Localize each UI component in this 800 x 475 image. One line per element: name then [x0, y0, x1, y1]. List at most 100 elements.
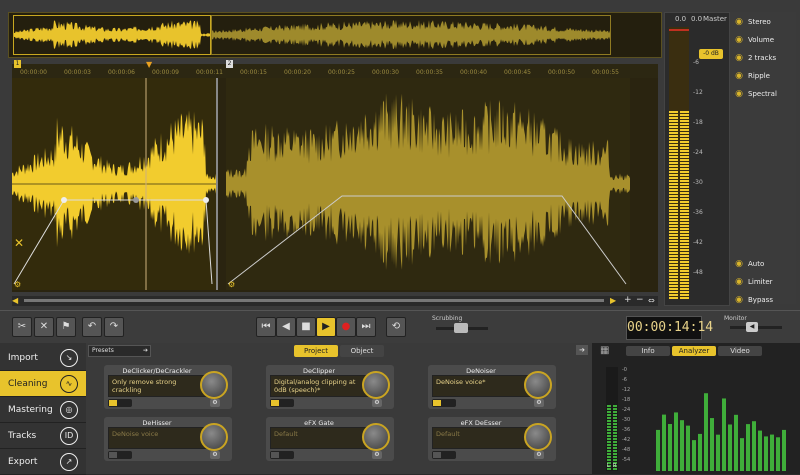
module-toggle[interactable]	[108, 451, 132, 459]
tab-analyzer[interactable]: Analyzer	[672, 346, 716, 356]
redo-button[interactable]: ↷	[104, 317, 124, 337]
expand-arrow-icon[interactable]: ➔	[576, 345, 588, 355]
cut-button[interactable]: ✂	[12, 317, 32, 337]
module-toggle[interactable]	[270, 399, 294, 407]
view-option-label: Stereo	[748, 18, 771, 26]
view-option-spectral[interactable]: ◉ Spectral	[734, 86, 777, 102]
meter-scale-label: -48	[693, 269, 703, 276]
gear-icon[interactable]: ⚙	[210, 451, 220, 459]
scrubbing-thumb[interactable]	[454, 323, 468, 333]
overview-waveform[interactable]	[8, 12, 662, 58]
spectrum-bar	[686, 425, 690, 471]
zoom-out-icon[interactable]: −	[636, 295, 644, 305]
module-efx-gate[interactable]: eFX Gate Default ⚙	[266, 417, 394, 461]
module-declipper[interactable]: DeClipper Digital/analog clipping at 0dB …	[266, 365, 394, 409]
loop-button[interactable]: ⟲	[386, 317, 406, 337]
gear-icon[interactable]: ⚙	[534, 451, 544, 459]
record-button[interactable]: ●	[336, 317, 356, 337]
module-toggle[interactable]	[270, 451, 294, 459]
view-option-auto[interactable]: ◉ Auto	[734, 256, 764, 272]
module-knob[interactable]	[362, 371, 390, 399]
module-declicker-decrackler[interactable]: DeClicker/DeCrackler Only remove strong c…	[104, 365, 232, 409]
nav-item-cleaning[interactable]: Cleaning ∿	[0, 371, 86, 397]
tab-object[interactable]: Object	[340, 345, 384, 357]
nav-item-label: Cleaning	[8, 378, 48, 389]
module-preset-field[interactable]: DeNoise voice*	[432, 375, 532, 397]
module-toggle[interactable]	[432, 451, 456, 459]
module-knob[interactable]	[362, 423, 390, 451]
presets-dropdown[interactable]: Presets ➔	[88, 345, 151, 357]
meter-scale-label: -36	[693, 209, 703, 216]
crossfade-icon[interactable]: ✕	[14, 236, 24, 250]
skip-start-button[interactable]: ⏮	[256, 317, 276, 337]
view-option-limiter[interactable]: ◉ Limiter	[734, 274, 772, 290]
module-knob[interactable]	[524, 371, 552, 399]
zoom-fit-icon[interactable]: ⇔	[648, 296, 655, 305]
clip-gear-icon[interactable]: ⚙	[14, 280, 21, 289]
view-option-stereo[interactable]: ◉ Stereo	[734, 14, 771, 30]
master-db-handle[interactable]: -0 dB	[699, 49, 723, 59]
view-option-2-tracks[interactable]: ◉ 2 tracks	[734, 50, 776, 66]
monitor-slider[interactable]: ◀	[730, 322, 782, 332]
speaker-icon[interactable]: ◀	[746, 322, 758, 332]
nav-item-export[interactable]: Export ↗	[0, 449, 86, 475]
module-efx-deesser[interactable]: eFX DeEsser Default ⚙	[428, 417, 556, 461]
gear-icon[interactable]: ⚙	[534, 399, 544, 407]
prev-button[interactable]: ◀	[276, 317, 296, 337]
bypass-icon: ◉	[735, 295, 743, 305]
module-preset-field[interactable]: Digital/analog clipping at 0dB (speech)*	[270, 375, 370, 397]
nav-item-tracks[interactable]: Tracks ID	[0, 423, 86, 449]
tab-video[interactable]: Video	[718, 346, 762, 356]
nav-item-mastering[interactable]: Mastering ◎	[0, 397, 86, 423]
module-knob[interactable]	[200, 423, 228, 451]
skip-end-button[interactable]: ⏭	[356, 317, 376, 337]
module-title: DeHisser	[142, 419, 172, 427]
playhead-handle-icon[interactable]: ▼	[146, 60, 152, 69]
horizontal-scrollbar[interactable]: ◀ ▶ + − ⇔	[12, 295, 658, 306]
module-dehisser[interactable]: DeHisser DeNoise voice ⚙	[104, 417, 232, 461]
marker-2[interactable]: 2	[226, 60, 233, 68]
module-toggle[interactable]	[432, 399, 456, 407]
stop-button[interactable]: ■	[296, 317, 316, 337]
tab-info[interactable]: Info	[626, 346, 670, 356]
view-option-ripple[interactable]: ◉ Ripple	[734, 68, 770, 84]
play-button[interactable]: ▶	[316, 317, 336, 337]
marker-1[interactable]: 1	[14, 60, 21, 68]
zoom-in-icon[interactable]: +	[624, 295, 632, 305]
gear-icon[interactable]: ⚙	[372, 451, 382, 459]
scroll-left-icon[interactable]: ◀	[12, 296, 18, 305]
nav-item-import[interactable]: Import ↘	[0, 345, 86, 371]
view-option-volume[interactable]: ◉ Volume	[734, 32, 774, 48]
level-bar-right	[613, 405, 617, 471]
delete-button[interactable]: ✕	[34, 317, 54, 337]
clip2-gear-icon[interactable]: ⚙	[228, 280, 235, 289]
module-knob[interactable]	[200, 371, 228, 399]
grid-icon[interactable]: ▦	[600, 345, 609, 356]
waveform-track[interactable]: ✕ ⚙ ⚙	[12, 78, 658, 292]
two-tracks-icon: ◉	[735, 53, 743, 63]
scroll-thumb[interactable]	[24, 299, 604, 302]
timeline-ruler[interactable]: 1 ▼ 2 00:00:00 00:00:03 00:00:06 00:00:09 00…	[12, 60, 658, 79]
view-option-bypass[interactable]: ◉ Bypass	[734, 292, 773, 308]
module-denoiser[interactable]: DeNoiser DeNoise voice* ⚙	[428, 365, 556, 409]
overview-clip-2[interactable]	[211, 15, 611, 55]
ruler-tick-label: 00:00:00	[20, 69, 47, 76]
module-knob[interactable]	[524, 423, 552, 451]
tab-project[interactable]: Project	[294, 345, 338, 357]
flag-button[interactable]: ⚑	[56, 317, 76, 337]
scissors-icon: ✂	[17, 321, 27, 332]
gear-icon[interactable]: ⚙	[372, 399, 382, 407]
module-toggle[interactable]	[108, 399, 132, 407]
loop-icon: ⟲	[391, 321, 401, 332]
module-preset-field[interactable]: Only remove strong crackling	[108, 375, 208, 397]
audio-clip-1[interactable]: ✕ ⚙	[12, 78, 218, 290]
module-preset-field[interactable]: DeNoise voice	[108, 427, 208, 449]
module-preset-field[interactable]: Default	[432, 427, 532, 449]
scrubbing-slider[interactable]	[436, 323, 488, 333]
overview-clip-1[interactable]	[13, 15, 211, 55]
audio-clip-2[interactable]: ⚙	[226, 78, 630, 290]
undo-button[interactable]: ↶	[82, 317, 102, 337]
play-mini-icon[interactable]: ▶	[610, 296, 616, 305]
gear-icon[interactable]: ⚙	[210, 399, 220, 407]
module-preset-field[interactable]: Default	[270, 427, 370, 449]
